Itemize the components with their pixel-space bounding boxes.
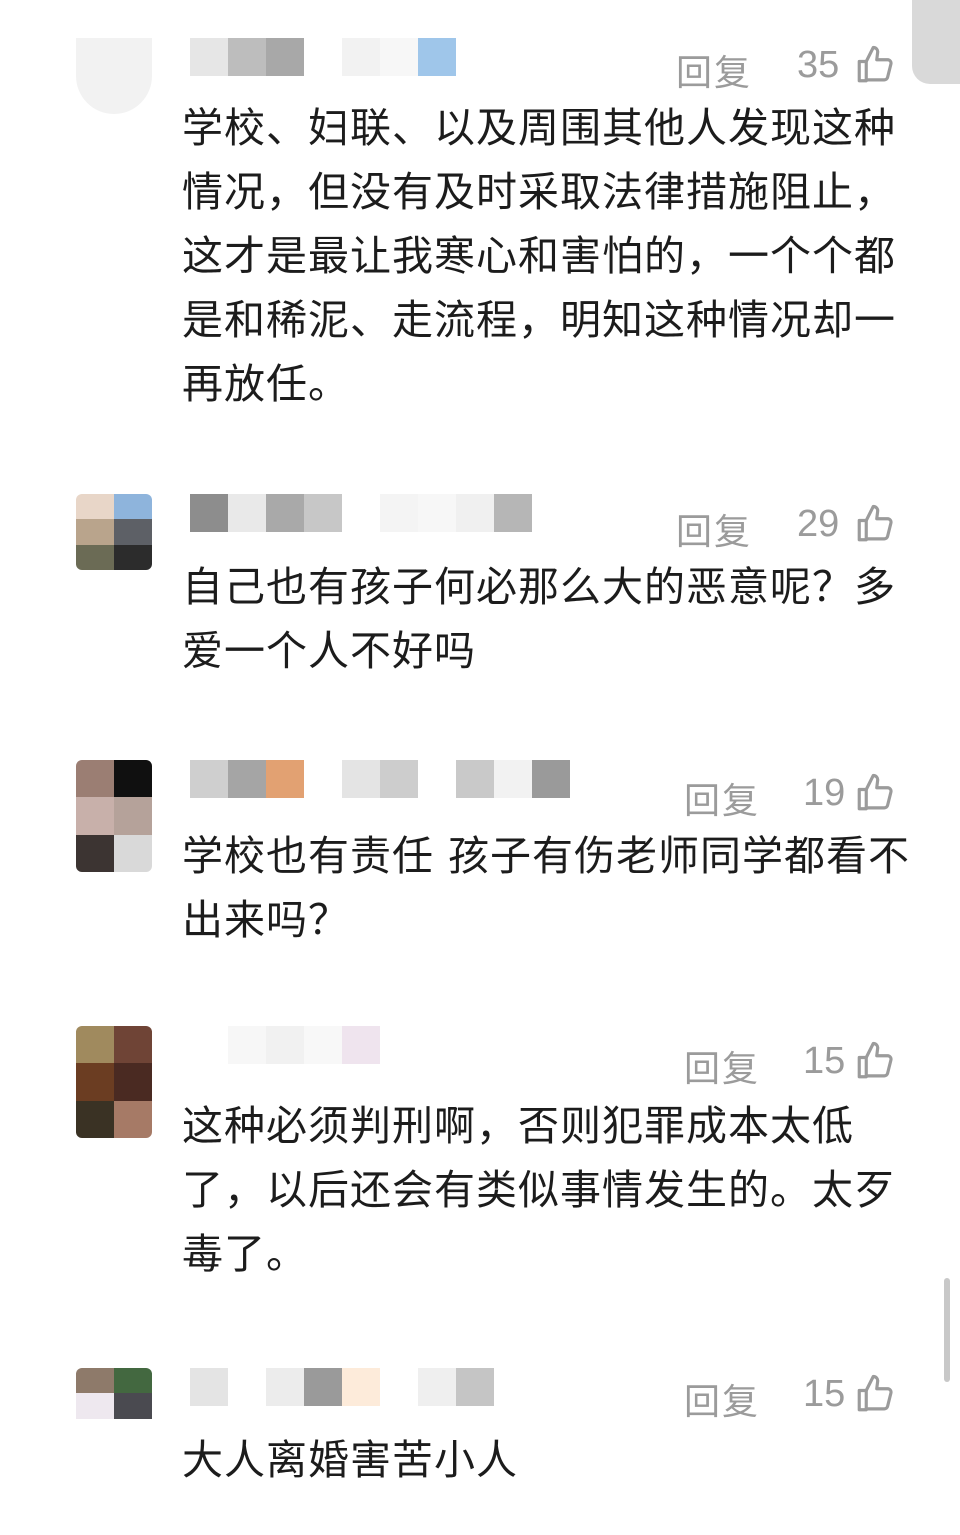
pixel-block — [114, 1100, 152, 1138]
pixel-block — [114, 797, 152, 835]
pixel-block — [304, 38, 342, 76]
pixel-block — [114, 760, 152, 798]
pixel-block — [380, 760, 418, 798]
reply-button[interactable]: 回复 — [684, 1040, 760, 1092]
avatar[interactable] — [76, 760, 152, 872]
comment-text: 自己也有孩子何必那么大的恶意呢？多爱一个人不好吗 — [182, 563, 896, 675]
pixel-block — [228, 494, 266, 532]
pixel-block — [380, 1026, 418, 1064]
like-count: 15 — [803, 1373, 846, 1415]
pixel-block — [342, 1026, 380, 1064]
pixel-block — [76, 834, 114, 872]
pixel-block — [76, 544, 114, 570]
pixel-block — [494, 760, 532, 798]
pixel-block — [190, 494, 228, 532]
comment-text: 学校也有责任 孩子有伤老师同学都看不出来吗？ — [182, 832, 911, 944]
pixel-block — [342, 1368, 380, 1406]
pixel-block — [418, 1368, 456, 1406]
pixel-block — [266, 38, 304, 76]
pixel-block — [304, 1368, 342, 1406]
pixel-block — [380, 38, 418, 76]
pixel-block — [342, 494, 380, 532]
reply-button[interactable]: 回复 — [676, 503, 752, 555]
username-blurred[interactable] — [190, 38, 456, 76]
scrollbar-thumb[interactable] — [944, 1278, 950, 1382]
pixel-block — [418, 38, 456, 76]
pixel-block — [266, 1026, 304, 1064]
pixel-block — [76, 1418, 114, 1444]
pixel-block — [76, 1100, 114, 1138]
pixel-block — [114, 1026, 152, 1064]
pixel-block — [342, 760, 380, 798]
pixel-block — [76, 494, 114, 520]
reply-button[interactable]: 回复 — [676, 44, 752, 96]
pixel-block — [114, 494, 152, 520]
pixel-block — [456, 1368, 494, 1406]
pixel-block — [494, 494, 532, 532]
avatar[interactable] — [76, 1368, 152, 1444]
reply-button[interactable]: 回复 — [684, 772, 760, 824]
pixel-block — [190, 1026, 228, 1064]
username-blurred[interactable] — [190, 1368, 494, 1406]
username-blurred[interactable] — [190, 1026, 418, 1064]
pixel-block — [228, 760, 266, 798]
reply-button[interactable]: 回复 — [684, 1373, 760, 1425]
pixel-block — [190, 1368, 228, 1406]
pixel-block — [532, 760, 570, 798]
pixel-block — [266, 494, 304, 532]
pixel-block — [114, 519, 152, 545]
pixel-block — [76, 1368, 114, 1394]
pixel-block — [228, 1026, 266, 1064]
username-blurred[interactable] — [190, 494, 532, 532]
like-count: 15 — [803, 1040, 846, 1082]
like-count: 19 — [803, 772, 846, 814]
pixel-block — [266, 760, 304, 798]
thumbs-up-icon[interactable] — [854, 1373, 896, 1415]
pixel-block — [456, 494, 494, 532]
pixel-block — [114, 1063, 152, 1101]
pixel-block — [114, 544, 152, 570]
pixel-block — [418, 760, 456, 798]
username-blurred[interactable] — [190, 760, 570, 798]
pixel-block — [304, 760, 342, 798]
comment-text: 学校、妇联、以及周围其他人发现这种情况，但没有及时采取法律措施阻止，这才是最让我… — [182, 104, 896, 408]
like-count: 29 — [797, 503, 840, 545]
pixel-block — [418, 494, 456, 532]
pixel-block — [76, 797, 114, 835]
thumbs-up-icon[interactable] — [854, 44, 896, 86]
thumbs-up-icon[interactable] — [854, 1040, 896, 1082]
pixel-block — [380, 1368, 418, 1406]
pixel-block — [190, 760, 228, 798]
pixel-block — [228, 38, 266, 76]
pixel-block — [76, 760, 114, 798]
avatar[interactable] — [76, 494, 152, 570]
pixel-block — [266, 1368, 304, 1406]
scroll-cap — [912, 0, 960, 84]
thumbs-up-icon[interactable] — [854, 772, 896, 814]
comment-text: 大人离婚害苦小人 — [182, 1436, 518, 1484]
pixel-block — [228, 1368, 266, 1406]
thumbs-up-icon[interactable] — [854, 503, 896, 545]
pixel-block — [114, 1368, 152, 1394]
avatar[interactable] — [76, 1026, 152, 1138]
pixel-block — [304, 494, 342, 532]
comment-text: 这种必须判刑啊，否则犯罪成本太低了，以后还会有类似事情发生的。太歹毒了。 — [182, 1102, 896, 1278]
pixel-block — [114, 834, 152, 872]
avatar[interactable] — [76, 38, 152, 114]
pixel-block — [380, 494, 418, 532]
pixel-block — [76, 1063, 114, 1101]
pixel-block — [304, 1026, 342, 1064]
pixel-block — [114, 1393, 152, 1419]
pixel-block — [114, 1418, 152, 1444]
pixel-block — [456, 760, 494, 798]
pixel-block — [342, 38, 380, 76]
pixel-block — [190, 38, 228, 76]
pixel-block — [76, 1393, 114, 1419]
pixel-block — [76, 1026, 114, 1064]
like-count: 35 — [797, 44, 840, 86]
pixel-block — [76, 519, 114, 545]
